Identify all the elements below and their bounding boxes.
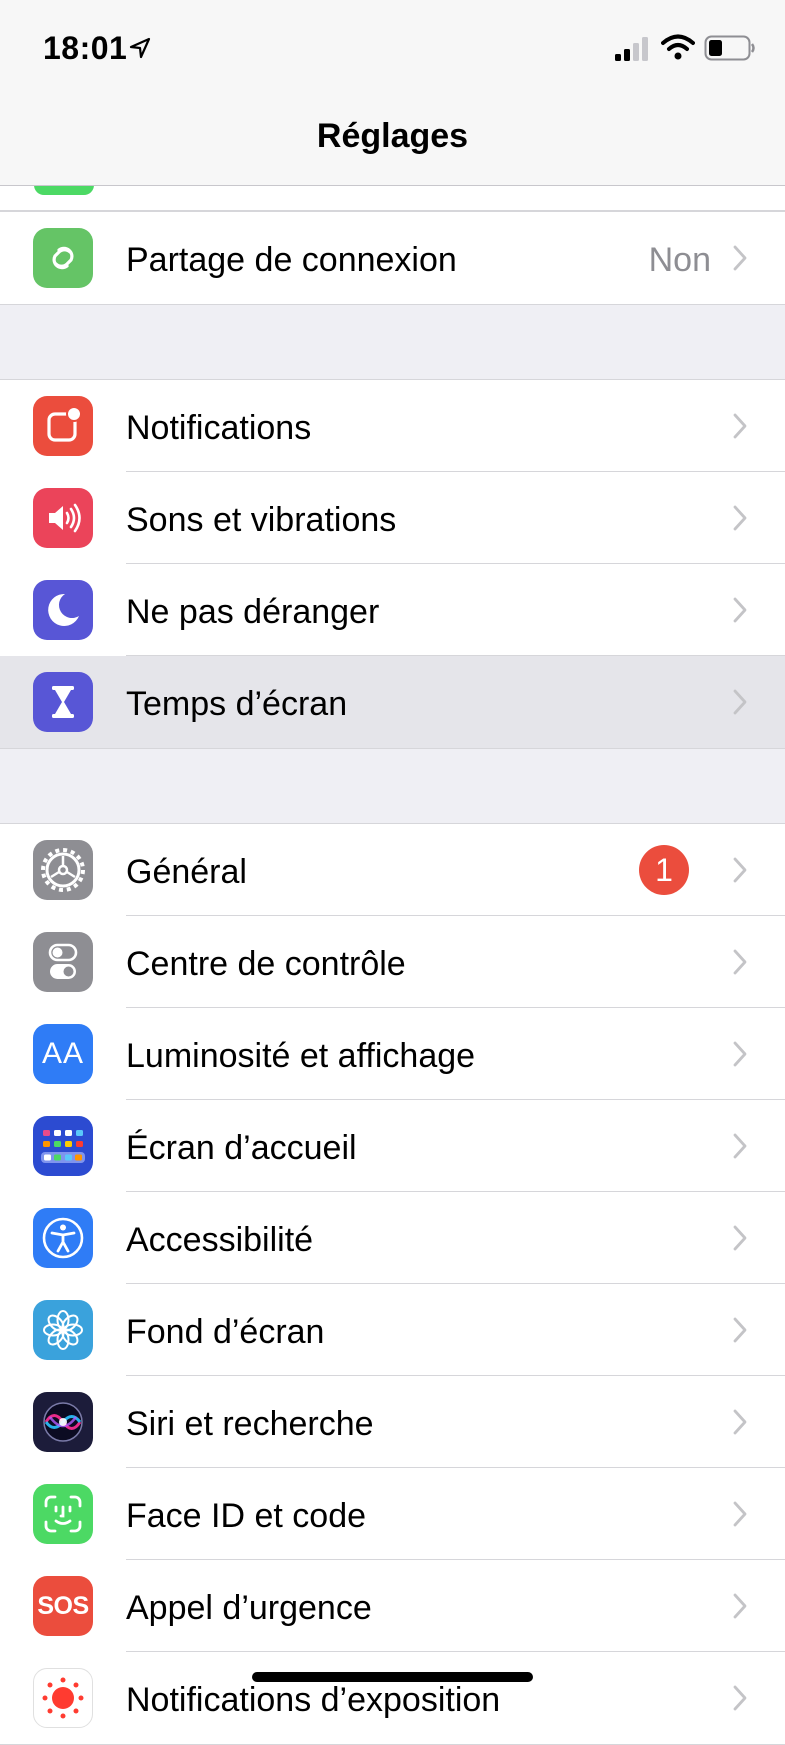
row-label: Écran d’accueil	[126, 1129, 357, 1167]
location-arrow-icon	[129, 37, 151, 59]
row-label: Luminosité et affichage	[126, 1037, 476, 1075]
row-label: Notifications	[126, 409, 312, 447]
sounds-icon	[33, 488, 93, 548]
partial-app-icon	[34, 185, 94, 195]
chevron-right-icon	[733, 1317, 747, 1343]
settings-row-wallpaper[interactable]: Fond d’écran	[0, 1284, 785, 1376]
chevron-right-icon	[733, 1225, 747, 1251]
partially-hidden-row	[0, 185, 785, 211]
text-size-icon: AA	[33, 1024, 93, 1084]
accessibility-icon	[33, 1208, 93, 1268]
row-label: Accessibilité	[126, 1221, 314, 1259]
status-time: 18:01	[43, 30, 128, 66]
chevron-right-icon	[733, 1685, 747, 1711]
settings-row-notifications[interactable]: Notifications	[0, 380, 785, 472]
sos-glyph: SOS	[37, 1591, 89, 1620]
chevron-right-icon	[733, 505, 747, 531]
toggles-icon	[33, 932, 93, 992]
settings-group-connectivity: Partage de connexion Non	[0, 211, 785, 305]
hourglass-icon	[33, 672, 93, 732]
battery-icon	[704, 35, 755, 61]
chevron-right-icon	[733, 1593, 747, 1619]
settings-row-hotspot[interactable]: Partage de connexion Non	[0, 212, 785, 304]
text-size-glyph: AA	[41, 1037, 85, 1070]
notifications-icon	[33, 396, 93, 456]
chevron-right-icon	[733, 1133, 747, 1159]
settings-row-home-screen[interactable]: Écran d’accueil	[0, 1100, 785, 1192]
exposure-icon	[33, 1668, 93, 1728]
status-bar: 18:01	[0, 0, 785, 95]
settings-group-general: Général 1 Centre de contrôle AA Luminosi…	[0, 823, 785, 1745]
wifi-icon	[661, 34, 695, 60]
siri-icon	[33, 1392, 93, 1452]
face-id-icon	[33, 1484, 93, 1544]
wallpaper-icon	[33, 1300, 93, 1360]
home-screen-icon	[33, 1116, 93, 1176]
navigation-bar: Réglages	[0, 95, 785, 186]
chevron-right-icon	[733, 857, 747, 883]
row-label: Face ID et code	[126, 1497, 367, 1535]
settings-row-sounds[interactable]: Sons et vibrations	[0, 472, 785, 564]
moon-icon	[33, 580, 93, 640]
settings-row-siri[interactable]: Siri et recherche	[0, 1376, 785, 1468]
row-label: Sons et vibrations	[126, 501, 397, 539]
chevron-right-icon	[733, 1409, 747, 1435]
row-value: Non	[648, 241, 711, 279]
page-title: Réglages	[316, 117, 469, 155]
row-label: Partage de connexion	[126, 241, 457, 279]
row-label: Général	[126, 853, 247, 891]
row-label: Centre de contrôle	[126, 945, 406, 983]
chevron-right-icon	[733, 1041, 747, 1067]
chevron-right-icon	[733, 689, 747, 715]
row-label: Siri et recherche	[126, 1405, 374, 1443]
chevron-right-icon	[733, 413, 747, 439]
settings-group-notifications: Notifications Sons et vibrations Ne pas …	[0, 379, 785, 749]
chevron-right-icon	[733, 1501, 747, 1527]
settings-row-screen-time[interactable]: Temps d’écran	[0, 656, 785, 748]
settings-row-exposure-notifications[interactable]: Notifications d’exposition	[0, 1652, 785, 1744]
settings-row-general[interactable]: Général 1	[0, 824, 785, 916]
hotspot-icon	[33, 228, 93, 288]
row-label: Temps d’écran	[126, 685, 348, 723]
settings-row-display[interactable]: AA Luminosité et affichage	[0, 1008, 785, 1100]
chevron-right-icon	[733, 245, 747, 271]
gear-icon	[33, 840, 93, 900]
notification-badge: 1	[639, 845, 689, 895]
settings-row-control-center[interactable]: Centre de contrôle	[0, 916, 785, 1008]
row-label: Notifications d’exposition	[126, 1681, 501, 1719]
cellular-signal-icon	[615, 37, 648, 61]
sos-icon: SOS	[33, 1576, 93, 1636]
settings-list: Partage de connexion Non Notifications S…	[0, 185, 785, 1745]
row-label: Ne pas déranger	[126, 593, 380, 631]
home-indicator[interactable]	[252, 1672, 533, 1682]
settings-row-accessibility[interactable]: Accessibilité	[0, 1192, 785, 1284]
settings-row-face-id[interactable]: Face ID et code	[0, 1468, 785, 1560]
row-label: Appel d’urgence	[126, 1589, 372, 1627]
settings-row-emergency-sos[interactable]: SOS Appel d’urgence	[0, 1560, 785, 1652]
chevron-right-icon	[733, 949, 747, 975]
row-label: Fond d’écran	[126, 1313, 325, 1351]
settings-row-do-not-disturb[interactable]: Ne pas déranger	[0, 564, 785, 656]
chevron-right-icon	[733, 597, 747, 623]
